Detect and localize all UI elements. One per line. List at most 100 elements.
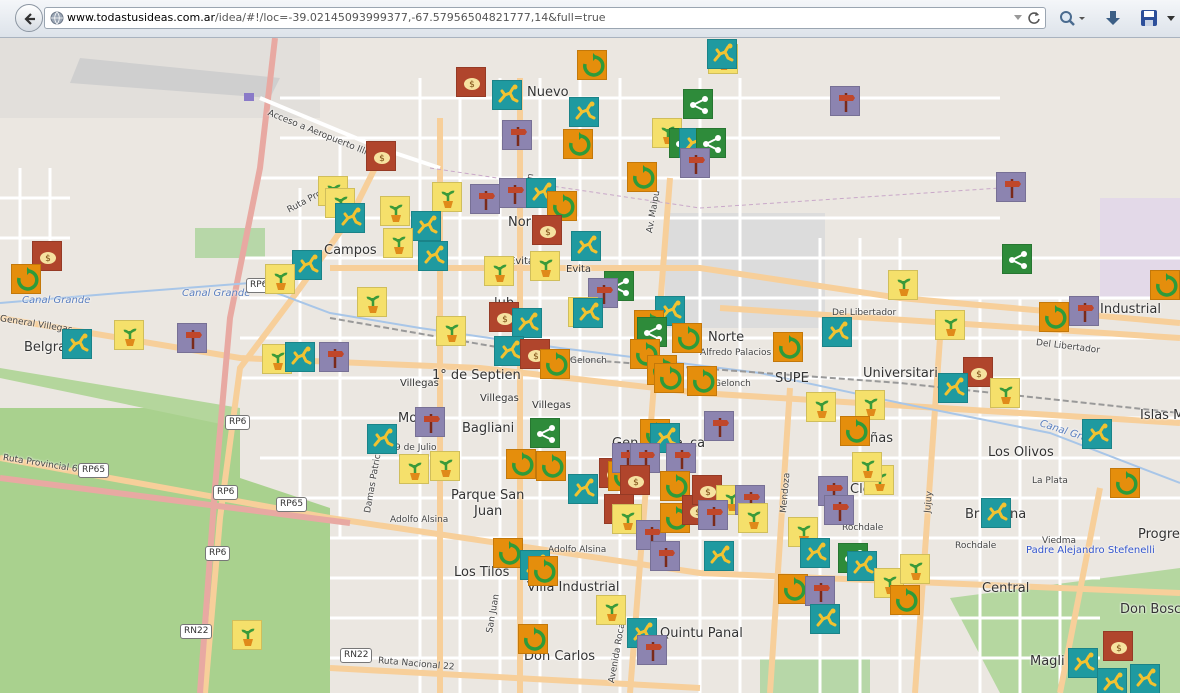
idea-marker-purple[interactable]	[637, 635, 667, 665]
idea-marker-orange[interactable]	[528, 556, 558, 586]
idea-marker-yellow[interactable]	[357, 287, 387, 317]
idea-marker-yellow[interactable]	[900, 554, 930, 584]
idea-marker-orange[interactable]	[890, 585, 920, 615]
idea-marker-teal[interactable]	[418, 241, 448, 271]
idea-marker-teal[interactable]	[571, 231, 601, 261]
idea-marker-green[interactable]	[530, 418, 560, 448]
idea-marker-teal[interactable]	[285, 342, 315, 372]
idea-marker-teal[interactable]	[981, 498, 1011, 528]
idea-marker-yellow[interactable]	[399, 454, 429, 484]
idea-marker-purple[interactable]	[177, 323, 207, 353]
idea-marker-teal[interactable]	[335, 203, 365, 233]
idea-marker-yellow[interactable]	[380, 196, 410, 226]
idea-marker-teal[interactable]	[847, 551, 877, 581]
idea-marker-orange[interactable]	[540, 349, 570, 379]
idea-marker-teal[interactable]	[367, 424, 397, 454]
idea-marker-orange[interactable]	[627, 162, 657, 192]
idea-marker-green[interactable]	[1002, 244, 1032, 274]
piggy-bank-icon: $	[628, 476, 644, 488]
idea-marker-purple[interactable]	[996, 172, 1026, 202]
map-view[interactable]: Nuevo Nor Campos Evita Evita Belgra 1° d…	[0, 38, 1180, 693]
back-button[interactable]	[15, 4, 43, 32]
idea-marker-yellow[interactable]	[596, 595, 626, 625]
idea-marker-orange[interactable]	[773, 332, 803, 362]
idea-marker-yellow[interactable]	[265, 264, 295, 294]
idea-marker-yellow[interactable]	[530, 251, 560, 281]
idea-marker-teal[interactable]	[569, 97, 599, 127]
idea-marker-yellow[interactable]	[806, 392, 836, 422]
idea-marker-yellow[interactable]	[738, 503, 768, 533]
idea-marker-orange[interactable]	[563, 129, 593, 159]
idea-marker-orange[interactable]	[518, 624, 548, 654]
idea-marker-yellow[interactable]	[383, 228, 413, 258]
idea-marker-purple[interactable]	[650, 541, 680, 571]
idea-marker-purple[interactable]	[680, 148, 710, 178]
idea-marker-purple[interactable]	[1069, 296, 1099, 326]
idea-marker-red[interactable]: $	[456, 67, 486, 97]
idea-marker-yellow[interactable]	[436, 316, 466, 346]
idea-marker-orange[interactable]	[654, 363, 684, 393]
idea-marker-teal[interactable]	[573, 298, 603, 328]
idea-marker-yellow[interactable]	[888, 270, 918, 300]
idea-marker-red[interactable]: $	[366, 141, 396, 171]
idea-marker-yellow[interactable]	[484, 256, 514, 286]
idea-marker-orange[interactable]	[778, 574, 808, 604]
idea-marker-green[interactable]	[683, 89, 713, 119]
idea-marker-purple[interactable]	[415, 407, 445, 437]
idea-marker-purple[interactable]	[805, 576, 835, 606]
idea-marker-teal[interactable]	[568, 474, 598, 504]
idea-marker-yellow[interactable]	[430, 451, 460, 481]
idea-marker-purple[interactable]	[470, 184, 500, 214]
idea-marker-yellow[interactable]	[432, 182, 462, 212]
idea-marker-teal[interactable]	[938, 373, 968, 403]
idea-marker-orange[interactable]	[506, 449, 536, 479]
save-icon[interactable]	[1140, 9, 1158, 27]
idea-marker-teal[interactable]	[822, 317, 852, 347]
idea-marker-yellow[interactable]	[935, 310, 965, 340]
idea-marker-orange[interactable]	[687, 366, 717, 396]
idea-marker-teal[interactable]	[707, 39, 737, 69]
idea-marker-orange[interactable]	[11, 264, 41, 294]
idea-marker-yellow[interactable]	[852, 452, 882, 482]
dropdown-arrow-icon[interactable]	[1013, 12, 1023, 22]
idea-marker-purple[interactable]	[499, 178, 529, 208]
idea-marker-teal[interactable]	[1082, 419, 1112, 449]
address-bar[interactable]: www.todastusideas.com.ar/idea/#!/loc=-39…	[44, 7, 1046, 29]
idea-marker-purple[interactable]	[502, 120, 532, 150]
idea-marker-teal[interactable]	[512, 308, 542, 338]
idea-marker-teal[interactable]	[1068, 648, 1098, 678]
idea-marker-teal[interactable]	[800, 538, 830, 568]
idea-marker-teal[interactable]	[62, 329, 92, 359]
idea-marker-purple[interactable]	[830, 86, 860, 116]
reload-icon[interactable]	[1027, 11, 1041, 25]
idea-marker-orange[interactable]	[840, 416, 870, 446]
idea-marker-purple[interactable]	[319, 342, 349, 372]
idea-marker-teal[interactable]	[492, 80, 522, 110]
idea-marker-teal[interactable]	[810, 604, 840, 634]
download-icon[interactable]	[1104, 9, 1122, 29]
idea-marker-purple[interactable]	[666, 443, 696, 473]
idea-marker-yellow[interactable]	[232, 620, 262, 650]
idea-marker-red[interactable]: $	[532, 215, 562, 245]
idea-marker-teal[interactable]	[411, 211, 441, 241]
idea-marker-teal[interactable]	[1097, 668, 1127, 693]
idea-marker-yellow[interactable]	[114, 320, 144, 350]
idea-marker-orange[interactable]	[1039, 302, 1069, 332]
idea-marker-red[interactable]: $	[620, 465, 650, 495]
idea-marker-teal[interactable]	[292, 250, 322, 280]
idea-marker-red[interactable]: $	[1103, 631, 1133, 661]
idea-marker-orange[interactable]	[1110, 468, 1140, 498]
idea-marker-teal[interactable]	[1130, 664, 1160, 693]
idea-marker-purple[interactable]	[704, 411, 734, 441]
idea-marker-purple[interactable]	[824, 495, 854, 525]
idea-marker-orange[interactable]	[536, 451, 566, 481]
idea-marker-teal[interactable]	[704, 541, 734, 571]
idea-marker-orange[interactable]	[1150, 270, 1180, 300]
search-icon[interactable]	[1058, 9, 1088, 29]
idea-marker-orange[interactable]	[672, 323, 702, 353]
idea-marker-purple[interactable]	[698, 500, 728, 530]
idea-marker-orange[interactable]	[577, 50, 607, 80]
menu-arrow-icon[interactable]	[1166, 13, 1176, 23]
idea-marker-yellow[interactable]	[990, 378, 1020, 408]
idea-marker-orange[interactable]	[493, 538, 523, 568]
